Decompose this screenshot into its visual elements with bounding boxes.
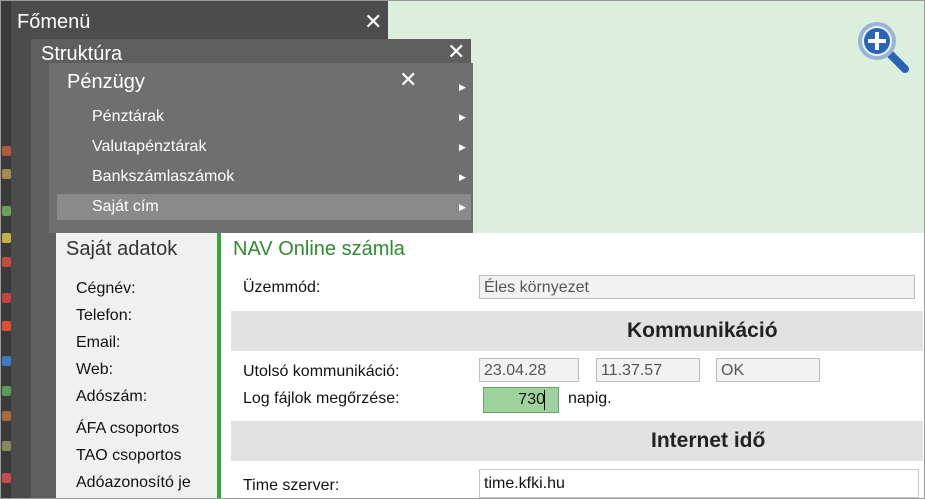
toolbar-icon[interactable] [2,146,11,156]
last-communication-status: OK [716,358,820,382]
field-label: Email: [76,334,121,351]
submenu-arrow-icon: ▶ [459,142,466,152]
field-label: Web: [76,361,114,378]
field-label: Cégnév: [76,280,136,297]
zoom-in-icon[interactable] [855,19,911,75]
toolbar-icon[interactable] [2,321,11,331]
toolbar-icon[interactable] [2,233,11,243]
field-label: Adószám: [76,388,148,405]
menu-item-label: Bankszámlaszámok [92,168,235,185]
menu-item-valutapenztarak[interactable]: Valutapénztárak [57,134,473,160]
toolbar-strip [1,1,11,498]
app-window: Főmenü ✕ Struktúra ✕ Pénzügy ✕ Pénztárak… [0,0,925,499]
toolbar-icon[interactable] [2,293,11,303]
toolbar-icon[interactable] [2,386,11,396]
toolbar-icon[interactable] [2,356,11,366]
time-server-input[interactable]: time.kfki.hu [479,469,919,498]
submenu-arrow-icon: ▶ [459,172,466,182]
section-title: Internet idő [651,429,766,452]
menu-item-sajat-cim[interactable]: Saját cím [57,194,471,220]
section-title: Kommunikáció [627,319,778,342]
menu-item-label: Pénztárak [92,108,165,125]
struktura-menu-close-icon[interactable]: ✕ [447,41,465,63]
submenu-arrow-icon: ▶ [459,82,466,92]
field-label: Adóazonosító je [76,474,191,491]
penzugy-menu-close-icon[interactable]: ✕ [399,69,417,91]
main-menu-title: Főmenü [17,11,91,33]
last-communication-time: 11.37.57 [596,358,700,382]
field-label: ÁFA csoportos [76,420,180,437]
menu-item-label: Valutapénztárak [92,138,207,155]
text-cursor [544,390,545,410]
toolbar-icon[interactable] [2,411,11,421]
log-retention-input[interactable]: 730 [483,387,559,413]
toolbar-icon[interactable] [2,169,11,179]
menu-item-penztarak[interactable]: Pénztárak [57,104,473,130]
time-server-label: Time szerver: [243,477,340,494]
menu-item-bankszamlaszamok[interactable]: Bankszámlaszámok [57,164,473,190]
section-internet-time: Internet idő [231,421,923,461]
last-communication-label: Utolsó kommunikáció: [243,363,400,380]
field-label: Telefon: [76,307,133,324]
section-communication: Kommunikáció [231,311,923,351]
field-label: TAO csoportos [76,447,182,464]
own-data-title: Saját adatok [66,238,178,260]
nav-online-title: NAV Online számla [233,238,405,260]
menu-item-label: Saját cím [92,198,159,215]
penzugy-menu-title: Pénzügy [67,71,145,93]
toolbar-icon[interactable] [2,257,11,267]
toolbar-icon[interactable] [2,473,11,483]
last-communication-date: 23.04.28 [479,358,579,382]
main-menu-close-icon[interactable]: ✕ [364,11,382,33]
submenu-arrow-icon: ▶ [459,202,466,212]
toolbar-icon[interactable] [2,441,11,451]
toolbar-icon[interactable] [2,206,11,216]
log-retention-label: Log fájlok megőrzése: [243,390,400,407]
log-retention-unit: napig. [568,390,612,407]
mode-field[interactable]: Éles környezet [479,275,915,299]
submenu-arrow-icon: ▶ [459,112,466,122]
mode-label: Üzemmód: [243,279,321,296]
